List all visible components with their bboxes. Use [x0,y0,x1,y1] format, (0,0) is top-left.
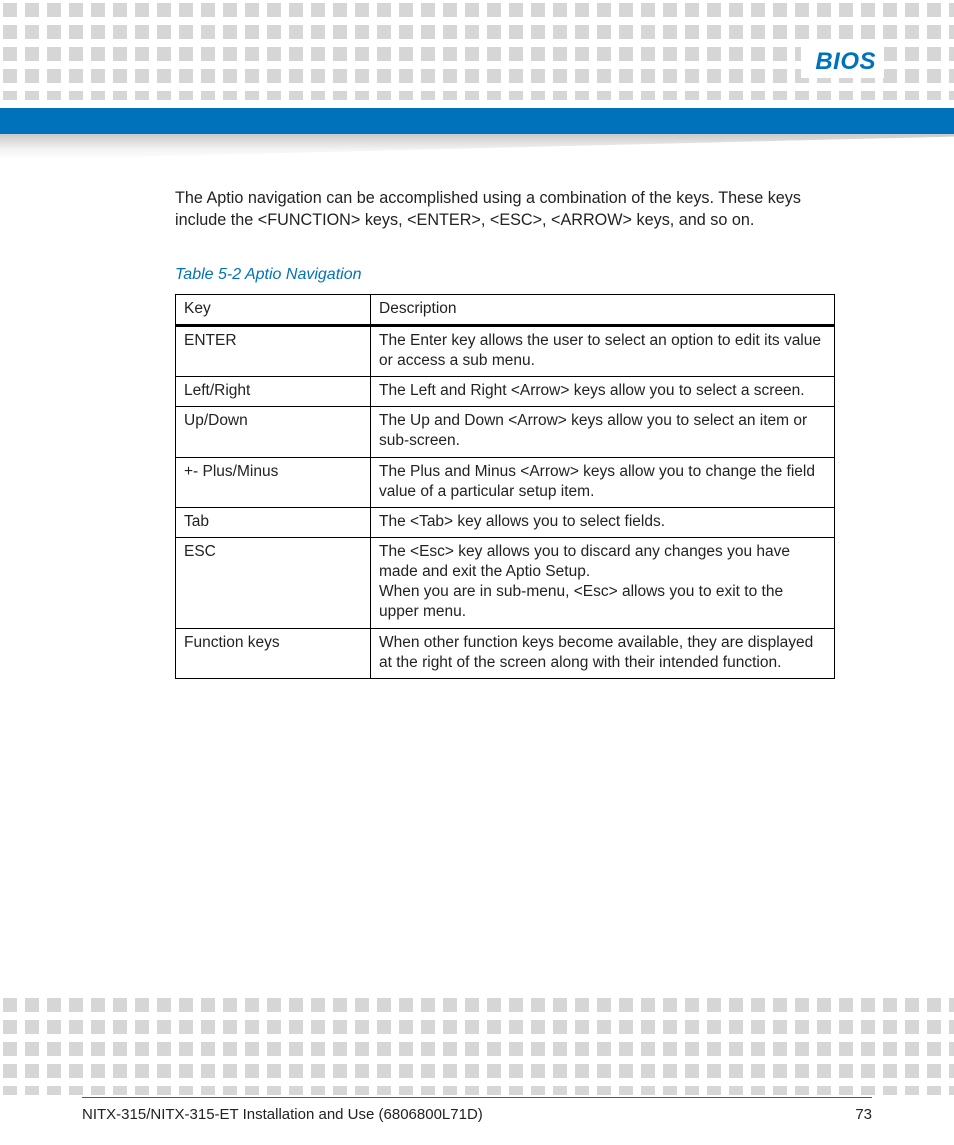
aptio-navigation-table: Key Description ENTER The Enter key allo… [175,294,835,679]
cell-key: Function keys [176,628,371,678]
table-row: ENTER The Enter key allows the user to s… [176,325,835,376]
table-header-row: Key Description [176,294,835,325]
cell-desc: The <Esc> key allows you to discard any … [371,537,835,628]
cell-desc: The Left and Right <Arrow> keys allow yo… [371,377,835,407]
section-label: BIOS [801,46,884,78]
table-caption: Table 5-2 Aptio Navigation [175,266,835,284]
cell-desc: The Up and Down <Arrow> keys allow you t… [371,407,835,457]
cell-key: +- Plus/Minus [176,457,371,507]
footer-doc-title: NITX-315/NITX-315-ET Installation and Us… [82,1106,483,1123]
table-row: Tab The <Tab> key allows you to select f… [176,507,835,537]
cell-key: Up/Down [176,407,371,457]
cell-desc: The Plus and Minus <Arrow> keys allow yo… [371,457,835,507]
intro-paragraph: The Aptio navigation can be accomplished… [175,188,835,232]
table-row: Up/Down The Up and Down <Arrow> keys all… [176,407,835,457]
page-content: The Aptio navigation can be accomplished… [175,188,835,679]
footer-page-number: 73 [855,1106,872,1123]
header-shadow [0,134,954,160]
cell-key: ESC [176,537,371,628]
cell-key: Tab [176,507,371,537]
table-row: ESC The <Esc> key allows you to discard … [176,537,835,628]
table-row: +- Plus/Minus The Plus and Minus <Arrow>… [176,457,835,507]
table-row: Left/Right The Left and Right <Arrow> ke… [176,377,835,407]
cell-desc: The <Tab> key allows you to select field… [371,507,835,537]
cell-desc: When other function keys become availabl… [371,628,835,678]
table-header-key: Key [176,294,371,325]
cell-desc: The Enter key allows the user to select … [371,325,835,376]
page-footer: NITX-315/NITX-315-ET Installation and Us… [82,1097,872,1123]
header-blue-bar [0,108,954,134]
cell-key: ENTER [176,325,371,376]
cell-key: Left/Right [176,377,371,407]
table-row: Function keys When other function keys b… [176,628,835,678]
footer-rule [82,1097,872,1098]
table-header-description: Description [371,294,835,325]
decorative-dot-band-bottom [0,995,954,1095]
